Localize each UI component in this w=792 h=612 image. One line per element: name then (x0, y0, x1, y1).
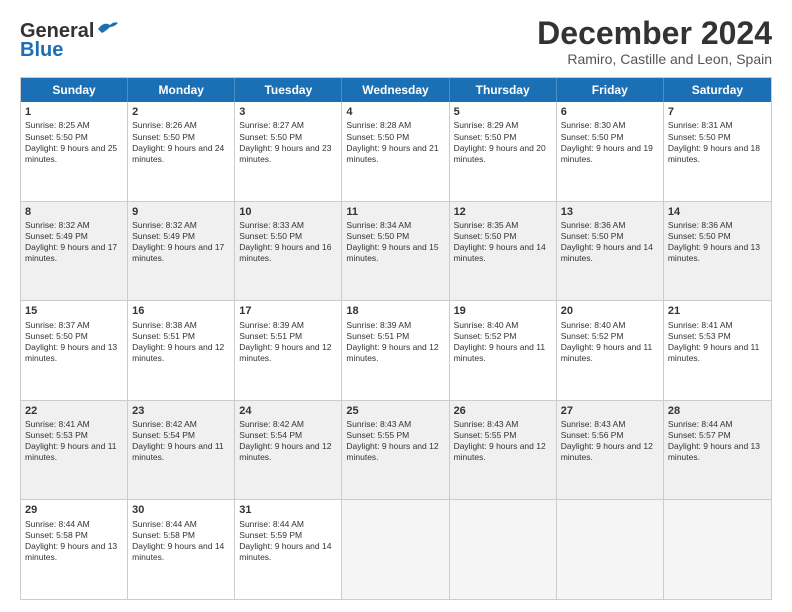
logo: General Blue (20, 20, 118, 62)
day-20: 20 Sunrise: 8:40 AM Sunset: 5:52 PM Dayl… (557, 301, 664, 400)
logo-blue: Blue (20, 39, 63, 62)
day-17: 17 Sunrise: 8:39 AM Sunset: 5:51 PM Dayl… (235, 301, 342, 400)
day-22: 22 Sunrise: 8:41 AM Sunset: 5:53 PM Dayl… (21, 401, 128, 500)
calendar: Sunday Monday Tuesday Wednesday Thursday… (20, 77, 772, 600)
week-4: 22 Sunrise: 8:41 AM Sunset: 5:53 PM Dayl… (21, 401, 771, 501)
header: General Blue December 2024 Ramiro, Casti… (20, 16, 772, 67)
day-4: 4 Sunrise: 8:28 AM Sunset: 5:50 PM Dayli… (342, 102, 449, 201)
page: General Blue December 2024 Ramiro, Casti… (0, 0, 792, 612)
day-10: 10 Sunrise: 8:33 AM Sunset: 5:50 PM Dayl… (235, 202, 342, 301)
day-1: 1 Sunrise: 8:25 AM Sunset: 5:50 PM Dayli… (21, 102, 128, 201)
day-15: 15 Sunrise: 8:37 AM Sunset: 5:50 PM Dayl… (21, 301, 128, 400)
day-empty-3 (557, 500, 664, 599)
day-27: 27 Sunrise: 8:43 AM Sunset: 5:56 PM Dayl… (557, 401, 664, 500)
title-block: December 2024 Ramiro, Castille and Leon,… (537, 16, 772, 67)
header-monday: Monday (128, 78, 235, 102)
day-12: 12 Sunrise: 8:35 AM Sunset: 5:50 PM Dayl… (450, 202, 557, 301)
day-7: 7 Sunrise: 8:31 AM Sunset: 5:50 PM Dayli… (664, 102, 771, 201)
day-empty-4 (664, 500, 771, 599)
day-5: 5 Sunrise: 8:29 AM Sunset: 5:50 PM Dayli… (450, 102, 557, 201)
day-24: 24 Sunrise: 8:42 AM Sunset: 5:54 PM Dayl… (235, 401, 342, 500)
day-18: 18 Sunrise: 8:39 AM Sunset: 5:51 PM Dayl… (342, 301, 449, 400)
month-title: December 2024 (537, 16, 772, 51)
day-8: 8 Sunrise: 8:32 AM Sunset: 5:49 PM Dayli… (21, 202, 128, 301)
day-28: 28 Sunrise: 8:44 AM Sunset: 5:57 PM Dayl… (664, 401, 771, 500)
calendar-body: 1 Sunrise: 8:25 AM Sunset: 5:50 PM Dayli… (21, 102, 771, 599)
day-13: 13 Sunrise: 8:36 AM Sunset: 5:50 PM Dayl… (557, 202, 664, 301)
day-16: 16 Sunrise: 8:38 AM Sunset: 5:51 PM Dayl… (128, 301, 235, 400)
day-empty-2 (450, 500, 557, 599)
day-31: 31 Sunrise: 8:44 AM Sunset: 5:59 PM Dayl… (235, 500, 342, 599)
calendar-header: Sunday Monday Tuesday Wednesday Thursday… (21, 78, 771, 102)
week-1: 1 Sunrise: 8:25 AM Sunset: 5:50 PM Dayli… (21, 102, 771, 202)
header-saturday: Saturday (664, 78, 771, 102)
day-26: 26 Sunrise: 8:43 AM Sunset: 5:55 PM Dayl… (450, 401, 557, 500)
day-14: 14 Sunrise: 8:36 AM Sunset: 5:50 PM Dayl… (664, 202, 771, 301)
day-2: 2 Sunrise: 8:26 AM Sunset: 5:50 PM Dayli… (128, 102, 235, 201)
subtitle: Ramiro, Castille and Leon, Spain (537, 51, 772, 67)
day-19: 19 Sunrise: 8:40 AM Sunset: 5:52 PM Dayl… (450, 301, 557, 400)
day-25: 25 Sunrise: 8:43 AM Sunset: 5:55 PM Dayl… (342, 401, 449, 500)
day-21: 21 Sunrise: 8:41 AM Sunset: 5:53 PM Dayl… (664, 301, 771, 400)
logo-bird-icon (96, 19, 118, 37)
header-thursday: Thursday (450, 78, 557, 102)
header-wednesday: Wednesday (342, 78, 449, 102)
day-11: 11 Sunrise: 8:34 AM Sunset: 5:50 PM Dayl… (342, 202, 449, 301)
week-3: 15 Sunrise: 8:37 AM Sunset: 5:50 PM Dayl… (21, 301, 771, 401)
week-2: 8 Sunrise: 8:32 AM Sunset: 5:49 PM Dayli… (21, 202, 771, 302)
day-6: 6 Sunrise: 8:30 AM Sunset: 5:50 PM Dayli… (557, 102, 664, 201)
day-3: 3 Sunrise: 8:27 AM Sunset: 5:50 PM Dayli… (235, 102, 342, 201)
day-29: 29 Sunrise: 8:44 AM Sunset: 5:58 PM Dayl… (21, 500, 128, 599)
day-23: 23 Sunrise: 8:42 AM Sunset: 5:54 PM Dayl… (128, 401, 235, 500)
header-sunday: Sunday (21, 78, 128, 102)
day-empty-1 (342, 500, 449, 599)
header-friday: Friday (557, 78, 664, 102)
day-9: 9 Sunrise: 8:32 AM Sunset: 5:49 PM Dayli… (128, 202, 235, 301)
header-tuesday: Tuesday (235, 78, 342, 102)
week-5: 29 Sunrise: 8:44 AM Sunset: 5:58 PM Dayl… (21, 500, 771, 599)
day-30: 30 Sunrise: 8:44 AM Sunset: 5:58 PM Dayl… (128, 500, 235, 599)
